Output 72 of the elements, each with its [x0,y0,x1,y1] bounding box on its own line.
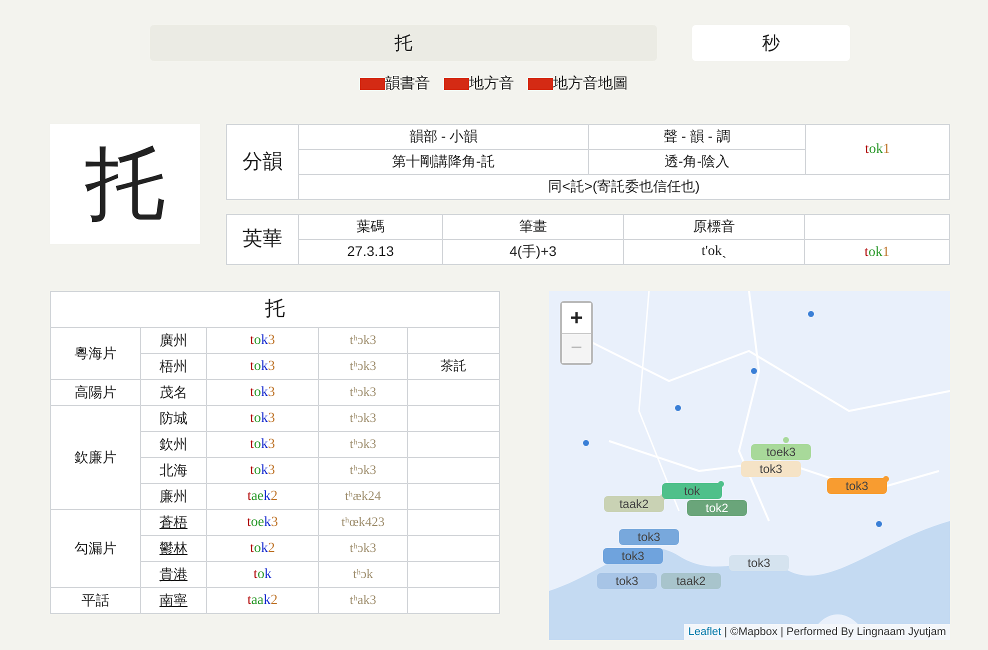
place-link[interactable]: 南寧 [140,587,206,613]
legend-label[interactable]: 地方音 [469,73,514,96]
tab[interactable]: 秒 [692,25,850,61]
marker-label[interactable]: tok3 [729,554,789,570]
table-header: 韻部 - 小韻 [298,124,588,149]
romanization: tok3 [250,463,275,478]
table-cell: 4(手)+3 [442,239,624,264]
romanization: tok3 [250,385,275,400]
romanization: tok2 [250,541,275,556]
table-cell: 梧州 [140,353,206,379]
romanization: tok [254,567,272,582]
romanization: toek3 [246,515,278,530]
marker-label[interactable]: taak2 [661,572,721,588]
table-cell: 欽州 [140,431,206,457]
table-header: 聲 - 韻 - 調 [588,124,806,149]
region-cell: 欽廉片 [50,405,140,509]
ipa-cell: tʰak3 [318,587,408,613]
romanization: tok1 [865,142,890,157]
ipa-cell: tʰɔk3 [318,379,408,405]
table-header: 筆畫 [442,214,624,239]
leaflet-link[interactable]: Leaflet [688,626,722,638]
marker-label[interactable]: tok3 [619,528,679,544]
section-label: 英華 [226,214,298,264]
marker-label[interactable]: tok [662,482,722,498]
ipa-cell: tʰɔk3 [318,405,408,431]
ipa-cell: tʰɔk [318,561,408,587]
ipa-cell: tʰɔk3 [318,431,408,457]
table-cell: 27.3.13 [298,239,442,264]
place-link[interactable]: 貴港 [140,561,206,587]
region-cell: 粵海片 [50,327,140,379]
romanization: tok3 [250,437,275,452]
region-cell: 平話 [50,587,140,613]
region-cell: 高陽片 [50,379,140,405]
table-cell: 第十剛講降角-託 [298,149,588,174]
marker-label[interactable]: tok3 [827,478,887,494]
ipa-cell: tʰɔk3 [318,327,408,353]
marker-label[interactable]: taak2 [604,496,664,512]
legend-label[interactable]: 地方音地圖 [553,73,628,96]
table-header: 葉碼 [298,214,442,239]
legend-label[interactable]: 韻書音 [385,73,430,96]
table-title: 托 [50,291,500,327]
ipa-cell: tʰɔk3 [318,457,408,483]
ipa-cell: tʰœk423 [318,509,408,535]
romanization: tok3 [250,333,275,348]
romanization: taek2 [247,489,278,504]
ipa-cell: tʰæk24 [318,483,408,509]
marker-label[interactable]: tok3 [603,548,663,564]
romanization: tok1 [864,244,890,260]
marker-label[interactable]: toek3 [751,444,811,460]
table-cell: 廣州 [140,327,206,353]
romanization: tok3 [250,359,275,374]
romanization: taak2 [247,593,278,608]
ipa-cell: tʰɔk3 [318,353,408,379]
region-cell: 勾漏片 [50,509,140,587]
table-cell: 北海 [140,457,206,483]
table-cell: 同<託>(寄託委也信任也) [298,174,950,199]
ipa-cell: tʰɔk3 [318,535,408,561]
tab[interactable]: 托 [150,25,657,61]
table-header: 原標音 [624,214,804,239]
character-card: 托 [50,124,200,244]
attribution-text: | ©Mapbox | Performed By Lingnaam Jyutjam [724,626,946,638]
marker-label[interactable]: tok3 [597,572,657,588]
section-label: 分韻 [226,124,298,199]
table-cell: 廉州 [140,483,206,509]
table-cell: 茶託 [408,353,500,379]
romanization: tok3 [250,411,275,426]
table-cell: t'okˏ [624,239,804,264]
marker-label[interactable]: tok3 [741,460,801,476]
place-link[interactable]: 蒼梧 [140,509,206,535]
place-link[interactable]: 鬱林 [140,535,206,561]
table-cell: 茂名 [140,379,206,405]
table-cell: 防城 [140,405,206,431]
